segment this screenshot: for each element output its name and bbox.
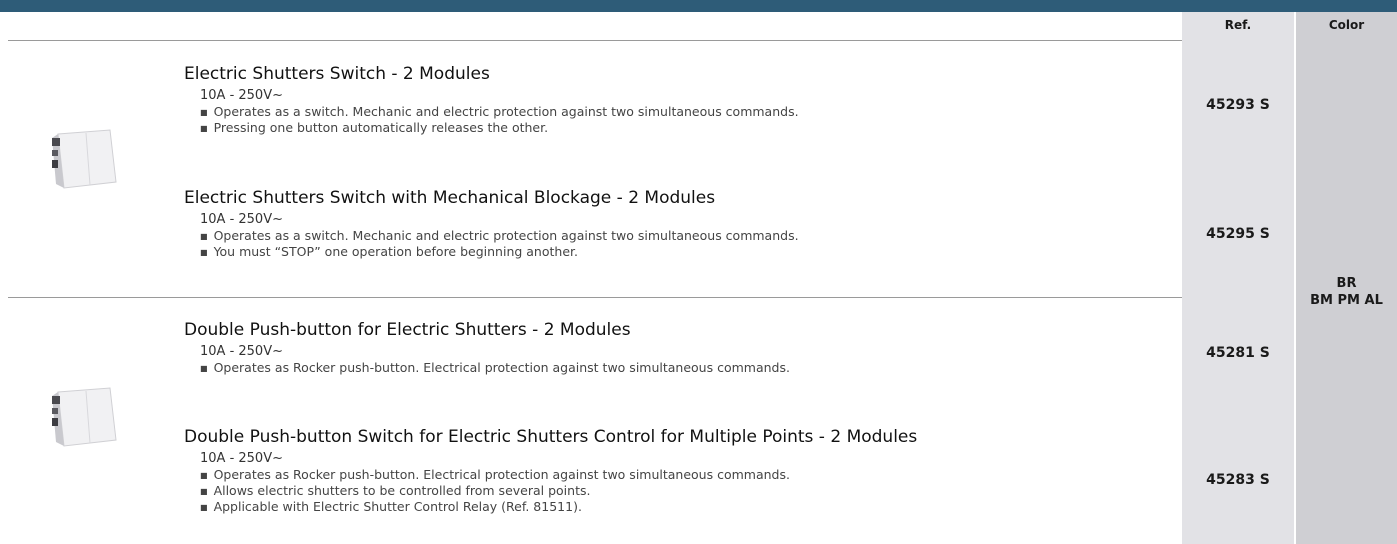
product-title: Electric Shutters Switch with Mechanical…: [184, 188, 716, 208]
feature-bullet: Operates as a switch. Mechanic and elect…: [200, 104, 1174, 120]
product-spec: 10A - 250V~: [200, 88, 283, 103]
product-spec: 10A - 250V~: [200, 212, 283, 227]
color-codes: BR BM PM AL: [1296, 275, 1397, 309]
product-item: Double Push-button Switch for Electric S…: [184, 426, 1174, 515]
product-spec: 10A - 250V~: [200, 451, 283, 466]
ref-code: 45295 S: [1206, 226, 1270, 242]
product-title: Electric Shutters Switch - 2 Modules: [184, 64, 490, 84]
feature-list: Operates as a switch. Mechanic and elect…: [200, 104, 1174, 136]
2-module-pushbutton-photo: [52, 387, 117, 447]
row-divider: [8, 297, 1182, 298]
product-spec: 10A - 250V~: [200, 344, 283, 359]
feature-bullet: Operates as Rocker push-button. Electric…: [200, 467, 1174, 483]
color-column-header: Color: [1328, 18, 1365, 32]
color-code-line: BR: [1336, 276, 1357, 291]
feature-list: Operates as Rocker push-button. Electric…: [200, 360, 1174, 376]
feature-bullet: Operates as Rocker push-button. Electric…: [200, 360, 1174, 376]
feature-list: Operates as Rocker push-button. Electric…: [200, 467, 1174, 515]
2-module-switch-photo: [52, 129, 117, 189]
product-title: Double Push-button for Electric Shutters…: [184, 320, 631, 340]
section-header-bar: [0, 0, 1397, 12]
product-item: Electric Shutters Switch - 2 Modules 10A…: [184, 63, 1174, 136]
feature-bullet: Applicable with Electric Shutter Control…: [200, 499, 1174, 515]
ref-column-header: Ref.: [1224, 18, 1252, 32]
feature-bullet: Pressing one button automatically releas…: [200, 120, 1174, 136]
product-title: Double Push-button Switch for Electric S…: [184, 427, 918, 447]
ref-column-background: [1182, 12, 1294, 544]
product-item: Electric Shutters Switch with Mechanical…: [184, 187, 1174, 260]
feature-bullet: Operates as a switch. Mechanic and elect…: [200, 228, 1174, 244]
ref-code: 45281 S: [1206, 345, 1270, 361]
color-code-line: BM PM AL: [1310, 293, 1383, 308]
product-item: Double Push-button for Electric Shutters…: [184, 319, 1174, 376]
row-divider: [8, 40, 1182, 41]
feature-list: Operates as a switch. Mechanic and elect…: [200, 228, 1174, 260]
ref-code: 45283 S: [1206, 472, 1270, 488]
ref-code: 45293 S: [1206, 97, 1270, 113]
feature-bullet: Allows electric shutters to be controlle…: [200, 483, 1174, 499]
feature-bullet: You must “STOP” one operation before beg…: [200, 244, 1174, 260]
